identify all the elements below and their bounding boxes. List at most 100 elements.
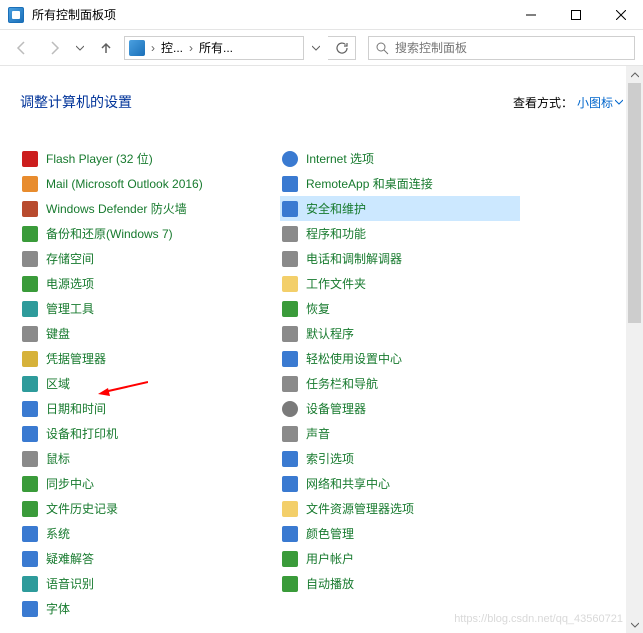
item-label: 备份和还原(Windows 7) [46, 225, 173, 242]
item-label: 程序和功能 [306, 225, 366, 242]
date-time-icon [22, 401, 38, 417]
breadcrumb-seg-1[interactable]: 控... [161, 39, 183, 56]
defender-firewall-icon [22, 201, 38, 217]
scroll-down-button[interactable] [626, 616, 643, 633]
cp-item-ease-of-access[interactable]: 轻松使用设置中心 [280, 346, 520, 371]
search-icon [375, 41, 389, 55]
item-label: 字体 [46, 600, 70, 617]
cp-item-sync-center[interactable]: 同步中心 [20, 471, 260, 496]
address-bar[interactable]: › 控... › 所有... [124, 36, 304, 60]
phone-modem-icon [282, 251, 298, 267]
cp-item-fonts[interactable]: 字体 [20, 596, 260, 621]
item-label: 管理工具 [46, 300, 94, 317]
storage-spaces-icon [22, 251, 38, 267]
cp-item-storage-spaces[interactable]: 存储空间 [20, 246, 260, 271]
cp-item-recovery[interactable]: 恢复 [280, 296, 520, 321]
flash-player-icon [22, 151, 38, 167]
cp-item-keyboard[interactable]: 键盘 [20, 321, 260, 346]
cp-item-taskbar-nav[interactable]: 任务栏和导航 [280, 371, 520, 396]
cp-item-explorer-options[interactable]: 文件资源管理器选项 [280, 496, 520, 521]
breadcrumb-seg-2[interactable]: 所有... [199, 39, 233, 56]
work-folders-icon [282, 276, 298, 292]
cp-item-network-sharing[interactable]: 网络和共享中心 [280, 471, 520, 496]
cp-item-mouse[interactable]: 鼠标 [20, 446, 260, 471]
cp-item-troubleshooting[interactable]: 疑难解答 [20, 546, 260, 571]
cp-item-internet-options[interactable]: Internet 选项 [280, 146, 520, 171]
item-label: 电话和调制解调器 [306, 250, 402, 267]
item-label: 电源选项 [46, 275, 94, 292]
window-title: 所有控制面板项 [32, 6, 116, 23]
item-label: 区域 [46, 375, 70, 392]
up-button[interactable] [92, 34, 120, 62]
scroll-up-button[interactable] [626, 66, 643, 83]
back-button[interactable] [8, 34, 36, 62]
item-label: Internet 选项 [306, 150, 374, 167]
cp-item-sound[interactable]: 声音 [280, 421, 520, 446]
cp-item-flash-player[interactable]: Flash Player (32 位) [20, 146, 260, 171]
cp-item-mail-outlook[interactable]: Mail (Microsoft Outlook 2016) [20, 171, 260, 196]
recovery-icon [282, 301, 298, 317]
explorer-options-icon [282, 501, 298, 517]
vertical-scrollbar[interactable] [626, 66, 643, 633]
cp-item-default-programs[interactable]: 默认程序 [280, 321, 520, 346]
item-label: 语音识别 [46, 575, 94, 592]
cp-item-indexing[interactable]: 索引选项 [280, 446, 520, 471]
titlebar: 所有控制面板项 [0, 0, 643, 30]
programs-features-icon [282, 226, 298, 242]
cp-item-backup-restore[interactable]: 备份和还原(Windows 7) [20, 221, 260, 246]
cp-item-system[interactable]: 系统 [20, 521, 260, 546]
taskbar-nav-icon [282, 376, 298, 392]
default-programs-icon [282, 326, 298, 342]
cp-item-autoplay[interactable]: 自动播放 [280, 571, 520, 596]
content-area: 调整计算机的设置 查看方式： 小图标 Flash Player (32 位) Ma… [0, 66, 643, 633]
address-icon [129, 40, 145, 56]
viewby-label: 查看方式： [513, 94, 573, 111]
recent-locations-button[interactable] [72, 34, 88, 62]
item-label: 存储空间 [46, 250, 94, 267]
cp-item-file-history[interactable]: 文件历史记录 [20, 496, 260, 521]
cp-item-programs-features[interactable]: 程序和功能 [280, 221, 520, 246]
address-dropdown[interactable] [308, 34, 324, 62]
item-label: 默认程序 [306, 325, 354, 342]
cp-item-user-accounts[interactable]: 用户帐户 [280, 546, 520, 571]
security-maintenance-icon [282, 201, 298, 217]
item-label: 任务栏和导航 [306, 375, 378, 392]
maximize-button[interactable] [553, 0, 598, 30]
cp-item-remoteapp[interactable]: RemoteApp 和桌面连接 [280, 171, 520, 196]
cp-item-device-manager[interactable]: 设备管理器 [280, 396, 520, 421]
cp-item-color-management[interactable]: 颜色管理 [280, 521, 520, 546]
cp-item-work-folders[interactable]: 工作文件夹 [280, 271, 520, 296]
cp-item-admin-tools[interactable]: 管理工具 [20, 296, 260, 321]
item-label: Mail (Microsoft Outlook 2016) [46, 177, 203, 191]
viewby-dropdown[interactable]: 小图标 [577, 94, 623, 111]
item-label: 轻松使用设置中心 [306, 350, 402, 367]
cp-item-phone-modem[interactable]: 电话和调制解调器 [280, 246, 520, 271]
cp-item-speech[interactable]: 语音识别 [20, 571, 260, 596]
item-label: 文件历史记录 [46, 500, 118, 517]
fonts-icon [22, 601, 38, 617]
chevron-right-icon: › [187, 41, 195, 55]
refresh-button[interactable] [328, 36, 356, 60]
cp-item-credential-manager[interactable]: 凭据管理器 [20, 346, 260, 371]
search-input[interactable]: 搜索控制面板 [368, 36, 635, 60]
cp-item-region[interactable]: 区域 [20, 371, 260, 396]
cp-item-date-time[interactable]: 日期和时间 [20, 396, 260, 421]
header-row: 调整计算机的设置 查看方式： 小图标 [20, 92, 623, 112]
item-label: 工作文件夹 [306, 275, 366, 292]
cp-item-security-maintenance[interactable]: 安全和维护 [280, 196, 520, 221]
search-placeholder: 搜索控制面板 [395, 39, 467, 56]
close-button[interactable] [598, 0, 643, 30]
item-label: 键盘 [46, 325, 70, 342]
control-panel-icon [8, 7, 24, 23]
cp-item-devices-printers[interactable]: 设备和打印机 [20, 421, 260, 446]
minimize-button[interactable] [508, 0, 553, 30]
item-label: 凭据管理器 [46, 350, 106, 367]
item-label: 设备管理器 [306, 400, 366, 417]
scroll-thumb[interactable] [628, 83, 641, 323]
cp-item-defender-firewall[interactable]: Windows Defender 防火墙 [20, 196, 260, 221]
cp-item-power-options[interactable]: 电源选项 [20, 271, 260, 296]
system-icon [22, 526, 38, 542]
column-1: Flash Player (32 位) Mail (Microsoft Outlo… [20, 146, 260, 621]
forward-button[interactable] [40, 34, 68, 62]
mail-outlook-icon [22, 176, 38, 192]
